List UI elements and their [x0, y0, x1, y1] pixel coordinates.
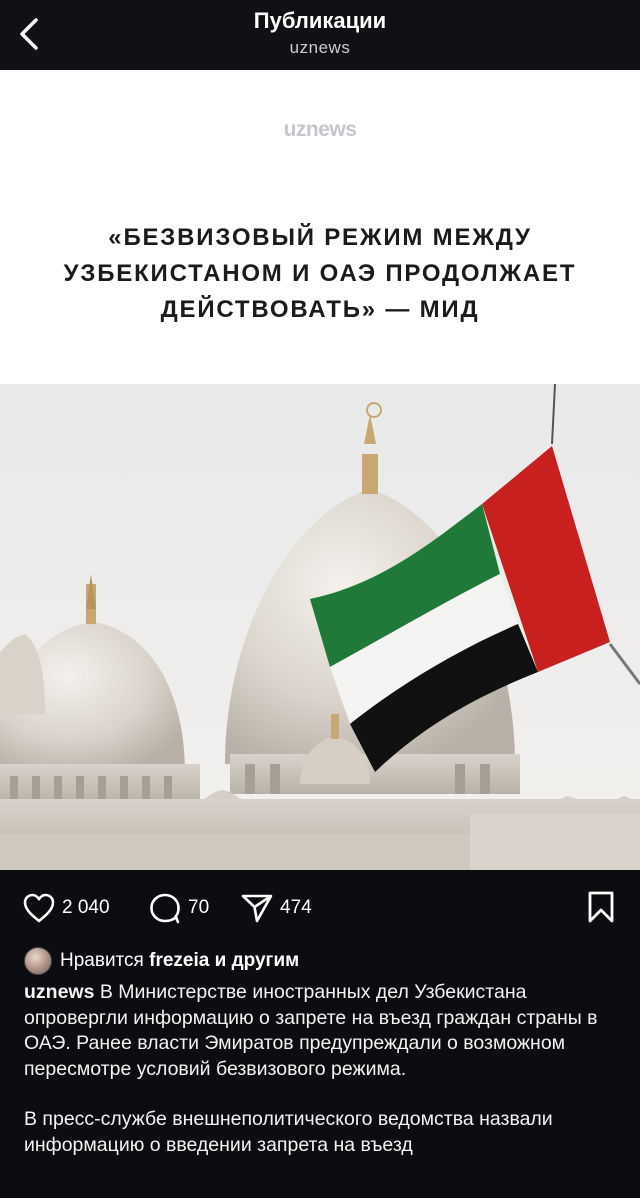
mosque-flag-photo	[0, 384, 640, 870]
top-bar: Публикации uznews	[0, 0, 640, 70]
like-button[interactable]: 2 040	[22, 892, 110, 924]
post-headline: «БЕЗВИЗОВЫЙ РЕЖИМ МЕЖДУ УЗБЕКИСТАНОМ И О…	[63, 224, 577, 323]
liked-by[interactable]: Нравится frezeia и другим	[24, 946, 299, 976]
account-name[interactable]: uznews	[0, 38, 640, 58]
avatar[interactable]	[24, 947, 52, 975]
comment-button[interactable]: 70	[148, 892, 209, 924]
heart-icon	[23, 893, 55, 923]
post-title-panel: uznews «БЕЗВИЗОВЫЙ РЕЖИМ МЕЖДУ УЗБЕКИСТА…	[0, 70, 640, 384]
caption-username[interactable]: uznews	[24, 981, 94, 1003]
action-bar: 2 040 70 474	[0, 870, 640, 946]
shares-count: 474	[280, 897, 312, 918]
post-image[interactable]: uznews «БЕЗВИЗОВЫЙ РЕЖИМ МЕЖДУ УЗБЕКИСТА…	[0, 70, 640, 870]
share-button[interactable]: 474	[240, 892, 312, 924]
caption-paragraph: uznews В Министерстве иностранных дел Уз…	[24, 981, 598, 1080]
liker-username[interactable]: frezeia	[149, 950, 209, 971]
page-title: Публикации	[253, 8, 387, 33]
likes-count: 2 040	[62, 897, 110, 918]
brand-logo: uznews	[283, 118, 357, 141]
comment-icon	[150, 893, 180, 924]
bookmark-icon	[588, 891, 614, 923]
comments-count: 70	[188, 897, 210, 918]
caption-paragraph: В пресс-службе внешнеполитического ведом…	[24, 1108, 553, 1156]
send-icon	[241, 894, 273, 923]
post-caption: uznews В Министерстве иностранных дел Уз…	[24, 980, 620, 1183]
save-button[interactable]	[586, 890, 616, 929]
liked-by-text: Нравится frezeia и другим	[60, 950, 300, 971]
